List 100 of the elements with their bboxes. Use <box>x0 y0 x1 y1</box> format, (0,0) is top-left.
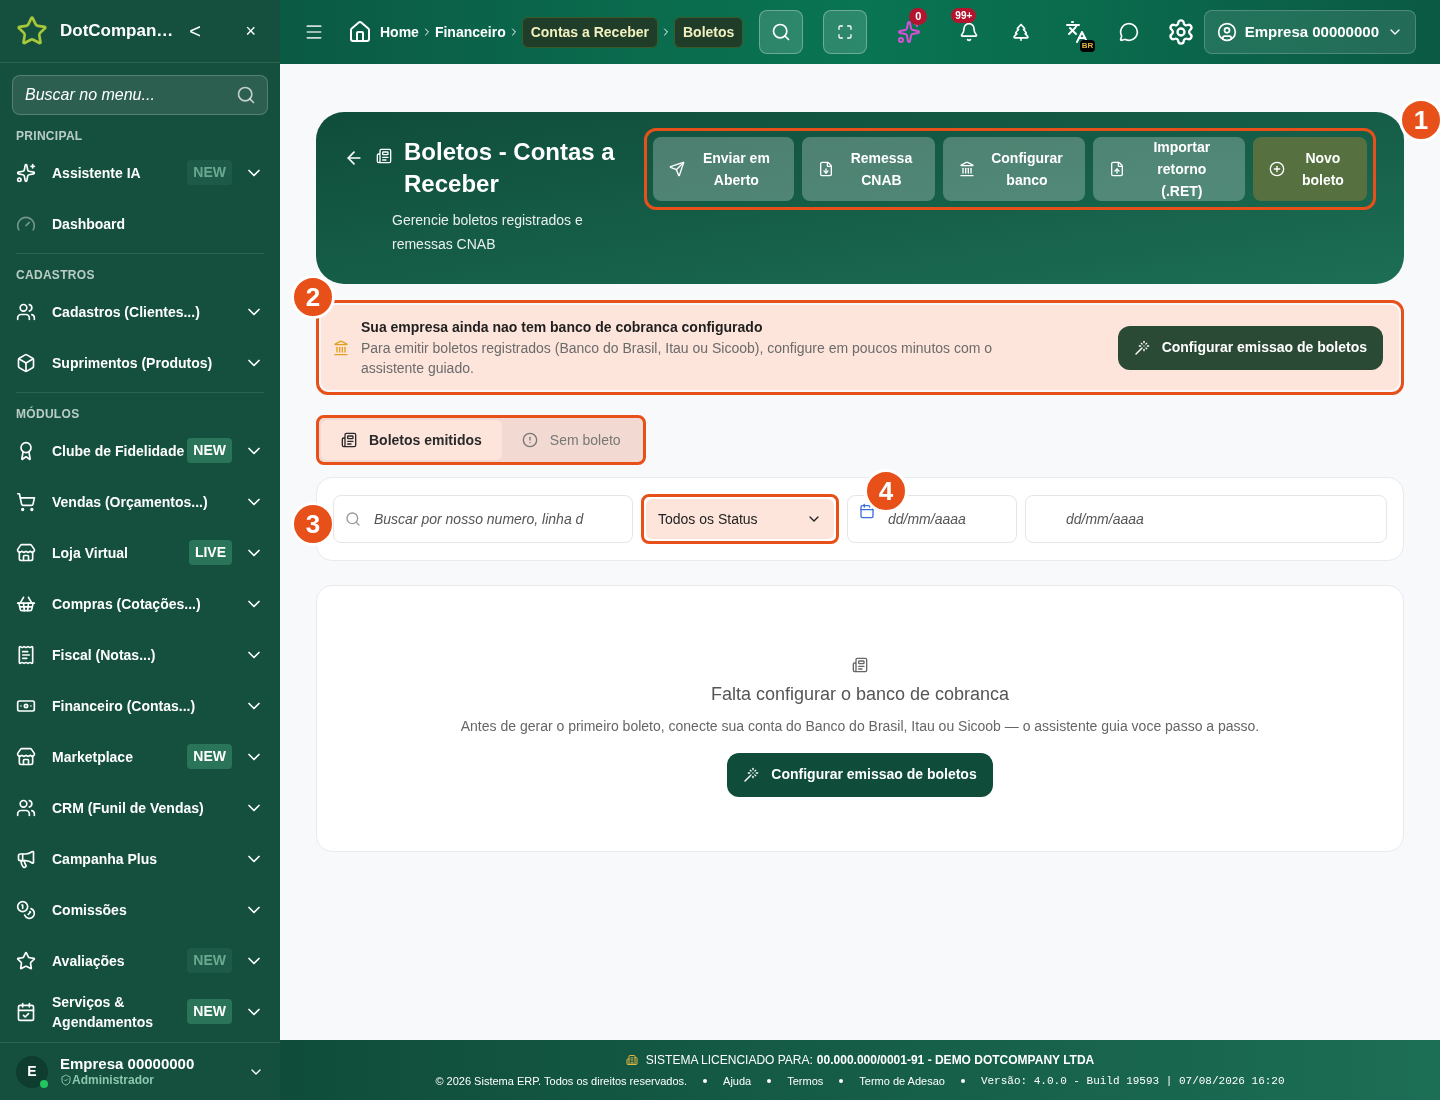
step-number-badge: 4 <box>864 469 908 513</box>
action-button[interactable]: Configurar banco <box>943 137 1085 201</box>
status-dropdown[interactable]: Todos os Status <box>646 499 834 539</box>
warning-title: Sua empresa ainda nao tem banco de cobranca configurado <box>361 318 764 337</box>
menu-item[interactable]: Assistente IA NEW <box>16 147 264 198</box>
warning-text: Para emitir boletos registrados (Banco do Brasil, Itau ou Sicoob), configure em poucos minutos com o assistente guiado. <box>361 339 994 378</box>
document-icon <box>376 148 392 164</box>
search-icon <box>236 85 256 105</box>
license-value: 00.000.000/0001-91 - DEMO DOTCOMPANY LTDA <box>816 1051 1095 1069</box>
menu-item[interactable]: Clube de Fidelidade NEW <box>16 425 264 476</box>
calendar-icon <box>859 503 875 519</box>
account-button[interactable]: Empresa 00000000 <box>1203 10 1416 54</box>
home-icon[interactable] <box>348 20 372 44</box>
configure-button[interactable]: Configurar emissao de boletos <box>727 752 993 797</box>
file-download-icon <box>817 161 834 177</box>
step-number-badge: 1 <box>1399 98 1440 142</box>
menu-item[interactable]: Compras (Cotações...) <box>16 578 264 629</box>
magic-wand-icon <box>743 766 760 783</box>
tree-icon[interactable] <box>1011 22 1032 42</box>
breadcrumb-link[interactable]: Boletos <box>674 16 744 48</box>
count-badge: 99+ <box>951 8 977 23</box>
copyright-text: © 2026 Sistema ERP. Todos os direitos reservados. <box>435 1073 688 1089</box>
action-button[interactable]: Novo boleto <box>1252 137 1367 201</box>
bell-icon[interactable] <box>959 22 980 42</box>
menu-item[interactable]: Fiscal (Notas...) <box>16 629 264 680</box>
action-button[interactable]: Enviar em Aberto <box>653 137 794 201</box>
magic-wand-icon <box>1133 339 1150 356</box>
users-icon <box>16 301 36 322</box>
user-name: Empresa 00000000 <box>60 1055 196 1072</box>
search-icon <box>771 22 792 42</box>
page-subtitle: Gerencie boletos registrados e remessas CNAB <box>392 211 584 254</box>
breadcrumb-link[interactable]: Contas a Receber <box>521 16 658 48</box>
calendar-icon <box>16 1001 36 1022</box>
menu-search-field[interactable]: Buscar no menu... <box>12 75 268 115</box>
menu-icon[interactable] <box>304 22 324 42</box>
sparkles-icon <box>16 162 36 183</box>
cart-icon <box>16 491 36 512</box>
coins-icon <box>16 899 36 920</box>
version-text: Versão: 4.0.0 - Build 19593 | 07/08/2026 16:20 <box>980 1073 1285 1089</box>
tab[interactable]: Boletos emitidos <box>321 420 502 460</box>
menu-item[interactable]: Vendas (Orçamentos...) <box>16 476 264 527</box>
empty-text: Antes de gerar o primeiro boleto, conecte sua conta do Banco do Brasil, Itau ou Sicoob — o assistente guia voce passo a passo. <box>460 716 1260 736</box>
action-button[interactable]: Importar retorno (.RET) <box>1092 137 1245 201</box>
send-icon <box>669 161 685 177</box>
building-icon <box>625 1053 638 1066</box>
footer-link[interactable]: Ajuda <box>723 1072 752 1090</box>
translate-icon[interactable] <box>1065 20 1090 44</box>
menu-item[interactable]: Comissões <box>16 884 264 935</box>
user-role: Administrador <box>72 1072 154 1088</box>
box-icon <box>16 352 36 373</box>
section-title: PRINCIPAL <box>16 128 83 145</box>
footer-link[interactable]: Termo de Adesao <box>859 1072 945 1090</box>
menu-item[interactable]: Campanha Plus <box>16 833 264 884</box>
user-icon <box>1216 22 1237 42</box>
license-label: SISTEMA LICENCIADO PARA: <box>645 1051 813 1069</box>
expand-icon <box>837 24 854 40</box>
bank-icon <box>959 161 976 177</box>
badge: NEW <box>187 160 232 185</box>
menu-item[interactable]: Cadastros (Clientes...) <box>16 286 264 337</box>
collapse-button[interactable]: < <box>189 16 201 46</box>
shield-icon <box>60 1073 72 1086</box>
footer-link[interactable]: Termos <box>787 1072 824 1090</box>
plus-circle-icon <box>1268 161 1285 177</box>
star-icon <box>16 950 36 971</box>
document-icon <box>852 656 868 673</box>
breadcrumb-link[interactable]: Financeiro <box>434 21 506 43</box>
configure-button[interactable]: Configurar emissao de boletos <box>1117 325 1383 370</box>
menu-item[interactable]: Serviços & Agendamentos NEW <box>16 986 264 1037</box>
count-badge: 0 <box>909 8 928 25</box>
menu-item[interactable]: Financeiro (Contas...) <box>16 680 264 731</box>
alert-icon <box>521 432 538 448</box>
users-icon <box>16 797 36 818</box>
date-field[interactable]: dd/mm/aaaa <box>1025 495 1387 543</box>
breadcrumb-link[interactable]: Home <box>380 21 419 43</box>
menu-item[interactable]: Dashboard <box>16 198 264 249</box>
search-button[interactable] <box>759 10 804 54</box>
close-button[interactable]: × <box>245 17 256 45</box>
badge: NEW <box>187 999 232 1024</box>
star-logo-icon <box>16 15 48 47</box>
action-button[interactable]: Remessa CNAB <box>801 137 936 201</box>
badge: NEW <box>187 744 232 769</box>
section-title: MÓDULOS <box>16 405 80 423</box>
menu-item[interactable]: Avaliações NEW <box>16 935 264 986</box>
badge: LIVE <box>188 540 232 565</box>
page-title: Boletos - Contas a Receber <box>404 137 616 199</box>
menu-item[interactable]: CRM (Funil de Vendas) <box>16 782 264 833</box>
fullscreen-button[interactable] <box>823 10 868 54</box>
search-field[interactable]: Buscar por nosso numero, linha d <box>333 495 633 543</box>
document-icon <box>341 432 357 448</box>
chat-icon[interactable] <box>1119 22 1140 42</box>
empty-title: Falta configurar o banco de cobranca <box>710 682 1010 706</box>
brand-name: DotCompan… <box>60 20 174 43</box>
settings-icon[interactable] <box>1167 18 1196 46</box>
menu-item[interactable]: Loja Virtual LIVE <box>16 527 264 578</box>
section-title: CADASTROS <box>16 267 95 284</box>
basket-icon <box>16 593 36 614</box>
store-icon <box>16 542 36 563</box>
step-number-badge: 2 <box>291 275 335 319</box>
menu-item[interactable]: Suprimentos (Produtos) <box>16 337 264 388</box>
menu-item[interactable]: Marketplace NEW <box>16 731 264 782</box>
